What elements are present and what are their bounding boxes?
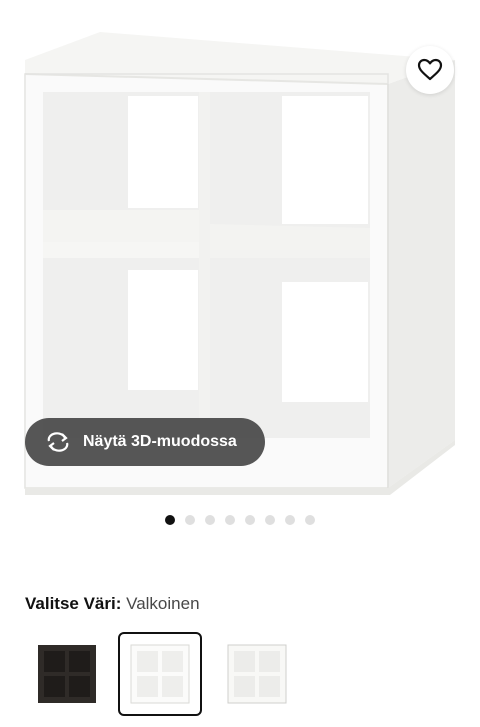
carousel-pagination — [0, 515, 480, 525]
swatch-black-brown[interactable] — [25, 632, 109, 716]
color-selector-label: Valitse Väri: Valkoinen — [25, 594, 200, 614]
favorite-button[interactable] — [406, 46, 454, 94]
view-3d-button[interactable]: Näytä 3D-muodossa — [25, 418, 265, 466]
carousel-dot[interactable] — [225, 515, 235, 525]
product-image-area: Näytä 3D-muodossa — [0, 0, 480, 500]
color-label-prefix: Valitse Väri: — [25, 594, 122, 613]
heart-icon — [417, 58, 443, 81]
swatch-image — [227, 644, 287, 704]
selected-color-value: Valkoinen — [126, 594, 200, 613]
swatch-white[interactable] — [118, 632, 202, 716]
carousel-dot[interactable] — [285, 515, 295, 525]
swatch-image — [38, 645, 96, 703]
carousel-dot[interactable] — [305, 515, 315, 525]
swatch-white-alt[interactable] — [215, 632, 299, 716]
carousel-dot[interactable] — [185, 515, 195, 525]
swatch-image — [130, 644, 190, 704]
rotate-arrows-icon — [47, 432, 69, 452]
view-3d-label: Näytä 3D-muodossa — [83, 433, 237, 450]
carousel-dot[interactable] — [205, 515, 215, 525]
carousel-dot[interactable] — [245, 515, 255, 525]
carousel-dot[interactable] — [165, 515, 175, 525]
carousel-dot[interactable] — [265, 515, 275, 525]
